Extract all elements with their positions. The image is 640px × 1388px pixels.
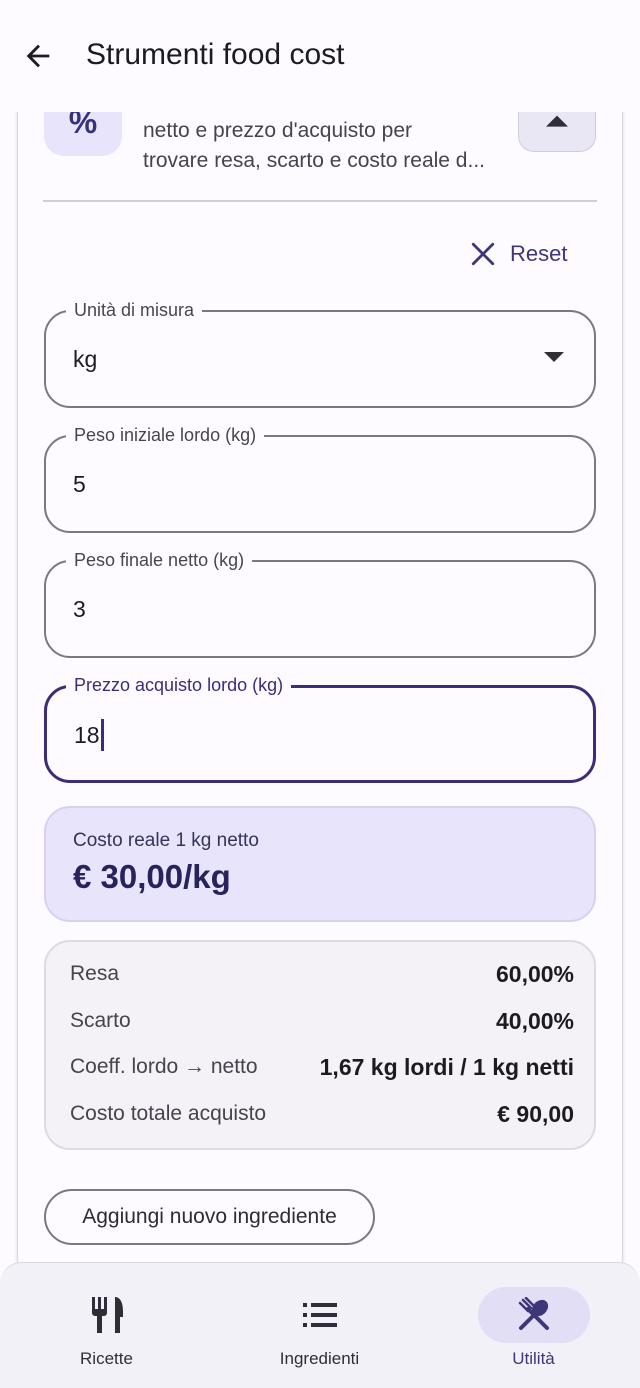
stats-panel: Resa 60,00% Scarto 40,00% Coeff. lordo →… [44,940,596,1150]
caret-up-icon [546,115,568,127]
stat-label: Coeff. lordo → netto [70,1055,258,1078]
nav-label: Ricette [80,1349,133,1368]
nav-label: Ingredienti [279,1349,360,1368]
stat-value: 40,00% [495,1007,574,1034]
list-icon [302,1303,337,1327]
gross-weight-label: Peso iniziale lordo (kg) [66,423,265,447]
chevron-down-icon [544,352,564,362]
back-button[interactable] [18,36,58,76]
tool-description-line2: trovare resa, scarto e costo reale d... [143,149,485,172]
stat-row-scarto: Scarto 40,00% [70,1006,574,1036]
real-cost-value: € 30,00/kg [73,858,231,895]
unit-select-value: kg [73,346,98,372]
arrow-left-icon [26,44,50,68]
reset-button[interactable]: Reset [470,234,567,274]
divider [43,200,597,202]
net-weight-value: 3 [73,596,86,622]
stat-row-coefficient: Coeff. lordo → netto 1,67 kg lordi / 1 k… [70,1052,574,1082]
net-weight-label: Peso finale netto (kg) [66,548,253,572]
gross-price-value: 18 [74,718,104,752]
add-ingredient-button[interactable]: Aggiungi nuovo ingrediente [44,1189,375,1245]
top-app-bar: Strumenti food cost [0,0,640,112]
reset-label: Reset [510,241,568,266]
page-title: Strumenti food cost [86,38,345,71]
real-cost-result: Costo reale 1 kg netto € 30,00/kg [44,806,596,922]
utensils-crossed-icon [518,1297,549,1330]
add-ingredient-label: Aggiungi nuovo ingrediente [82,1205,337,1228]
stat-row-resa: Resa 60,00% [70,959,574,989]
gross-price-text: 18 [74,722,100,748]
gross-price-label: Prezzo acquisto lordo (kg) [66,673,292,697]
fork-knife-icon [91,1297,123,1333]
stat-label: Resa [70,962,120,985]
gross-weight-field[interactable]: Peso iniziale lordo (kg) 5 [44,423,596,533]
net-weight-field[interactable]: Peso finale netto (kg) 3 [44,548,596,658]
nav-icon-container [51,1287,163,1343]
nav-item-ingredienti[interactable]: Ingredienti [213,1263,426,1388]
stat-label: Costo totale acquisto [70,1102,267,1125]
nav-item-ricette[interactable]: Ricette [0,1263,213,1388]
stat-value: 60,00% [495,960,574,987]
real-cost-label: Costo reale 1 kg netto [73,830,259,851]
nav-label: Utilità [512,1349,555,1368]
stat-value: 1,67 kg lordi / 1 kg netti [319,1053,574,1080]
unit-select[interactable]: Unità di misura kg [44,298,596,408]
stat-label: Scarto [70,1009,131,1032]
nav-item-utilita[interactable]: Utilità [427,1263,640,1388]
gross-price-field[interactable]: Prezzo acquisto lordo (kg) 18 [44,673,596,783]
text-cursor [100,718,104,751]
nav-icon-container [477,1287,590,1343]
tool-description: netto e prezzo d'acquisto per trovare re… [143,116,503,176]
bottom-navigation: Ricette Ingredienti Utilità [0,1262,640,1388]
tool-description-line1: netto e prezzo d'acquisto per [143,119,413,142]
stat-row-total-cost: Costo totale acquisto € 90,00 [70,1099,574,1129]
gross-weight-value: 5 [73,471,86,497]
nav-icon-container [264,1287,376,1343]
close-icon [471,242,495,266]
unit-select-label: Unità di misura [66,298,203,322]
stat-value: € 90,00 [497,1100,574,1127]
